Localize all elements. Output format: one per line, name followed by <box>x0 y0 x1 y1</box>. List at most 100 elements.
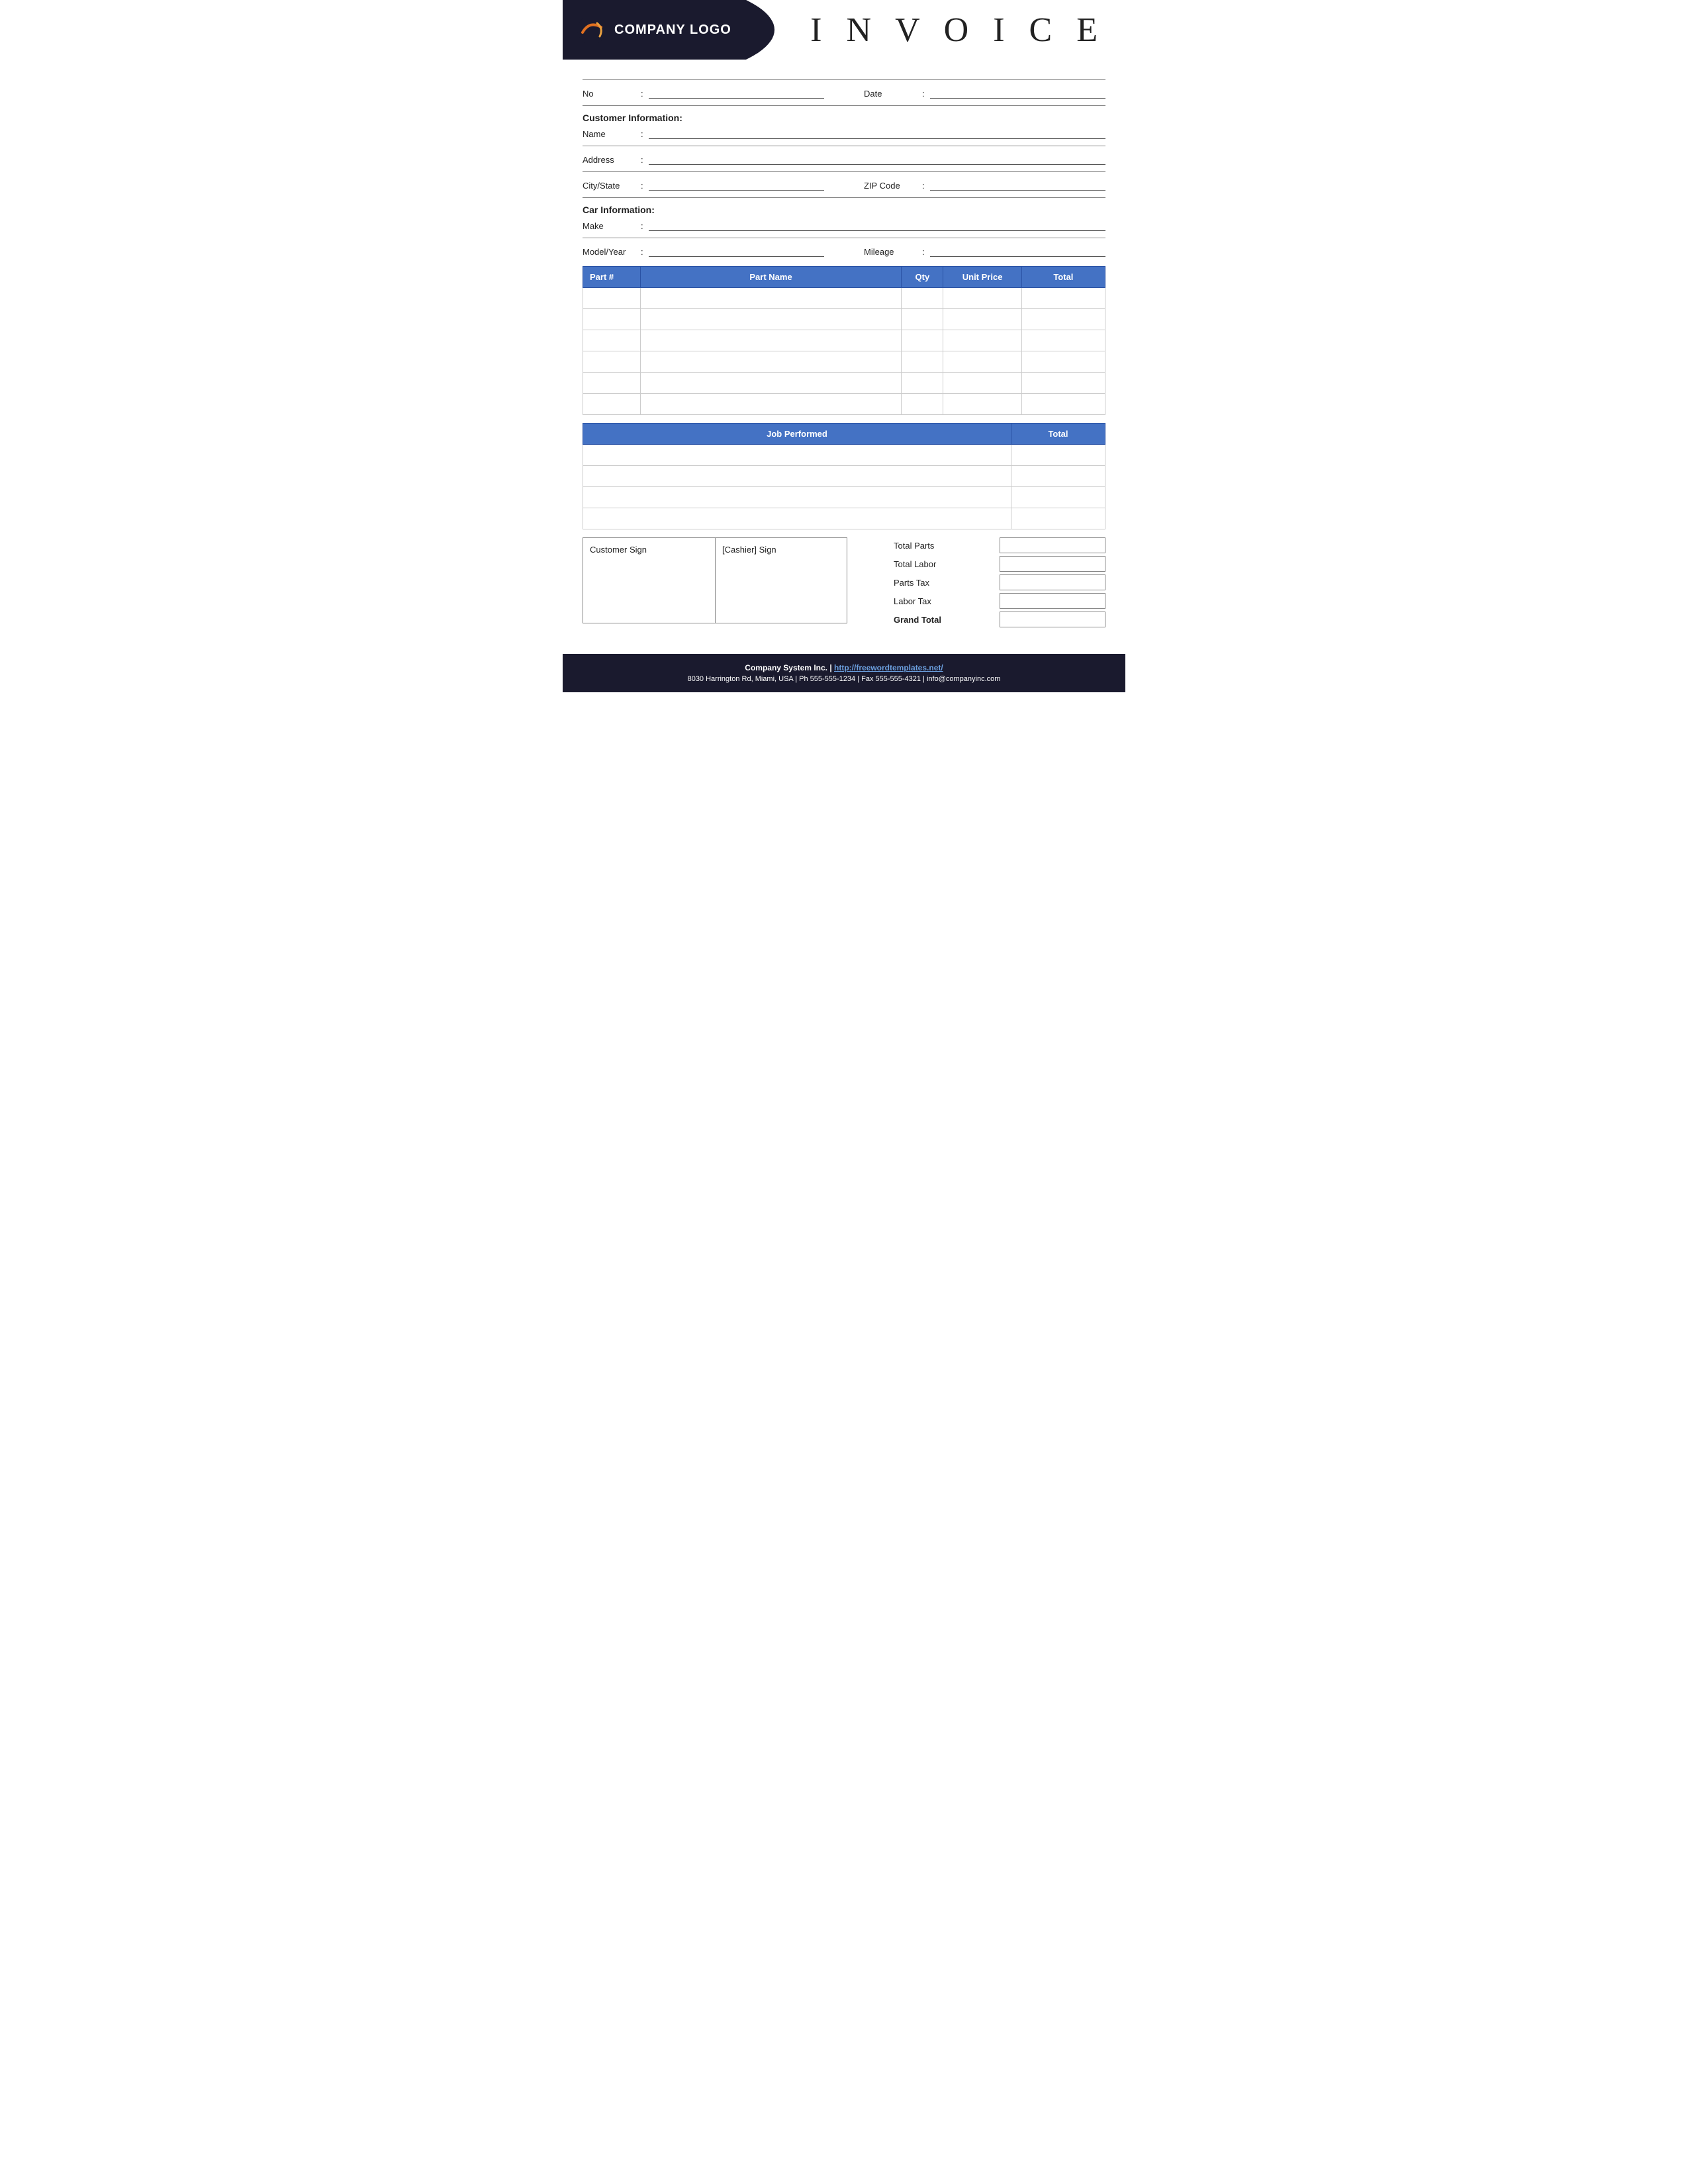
job-desc-cell[interactable] <box>583 487 1011 508</box>
parts-row-3 <box>583 351 1105 373</box>
city-state-group: City/State : <box>583 179 824 191</box>
address-group: Address : <box>583 153 1105 165</box>
make-row: Make : <box>583 219 1105 231</box>
footer-link[interactable]: http://freewordtemplates.net/ <box>834 663 943 672</box>
parts-table-header: Part # Part Name Qty Unit Price Total <box>583 267 1105 288</box>
col-header-total: Total <box>1021 267 1105 288</box>
part-name-cell[interactable] <box>640 373 902 394</box>
job-total-cell[interactable] <box>1011 487 1105 508</box>
name-group: Name : <box>583 127 1105 139</box>
job-table: Job Performed Total <box>583 423 1105 529</box>
part-name-cell[interactable] <box>640 330 902 351</box>
part-num-cell[interactable] <box>583 351 641 373</box>
job-total-cell[interactable] <box>1011 466 1105 487</box>
name-colon: : <box>641 129 643 139</box>
qty-cell[interactable] <box>902 309 943 330</box>
date-group: Date : <box>864 87 1105 99</box>
make-line <box>649 219 1105 231</box>
job-desc-cell[interactable] <box>583 445 1011 466</box>
total-cell[interactable] <box>1021 373 1105 394</box>
total-cell[interactable] <box>1021 351 1105 373</box>
city-state-label: City/State <box>583 181 635 191</box>
address-colon: : <box>641 155 643 165</box>
customer-info-title: Customer Information: <box>583 113 1105 123</box>
parts-table: Part # Part Name Qty Unit Price Total <box>583 266 1105 415</box>
qty-cell[interactable] <box>902 373 943 394</box>
total-cell[interactable] <box>1021 394 1105 415</box>
col-header-part-num: Part # <box>583 267 641 288</box>
part-name-cell[interactable] <box>640 309 902 330</box>
total-parts-input[interactable] <box>1000 537 1105 553</box>
part-name-cell[interactable] <box>640 288 902 309</box>
make-group: Make : <box>583 219 1105 231</box>
parts-tax-label: Parts Tax <box>894 578 960 588</box>
labor-tax-input[interactable] <box>1000 593 1105 609</box>
parts-row-1 <box>583 309 1105 330</box>
part-name-cell[interactable] <box>640 351 902 373</box>
invoice-title: I N V O I C E <box>810 11 1105 50</box>
total-cell[interactable] <box>1021 288 1105 309</box>
name-label: Name <box>583 129 635 139</box>
customer-sign-box[interactable]: Customer Sign <box>583 537 715 623</box>
divider-1 <box>583 105 1105 106</box>
mileage-label: Mileage <box>864 247 917 257</box>
unit-price-cell[interactable] <box>943 394 1021 415</box>
totals-area: Total Parts Total Labor Parts Tax Labor … <box>894 537 1105 627</box>
labor-tax-label: Labor Tax <box>894 596 960 606</box>
footer-line2: 8030 Harrington Rd, Miami, USA | Ph 555-… <box>569 675 1119 683</box>
no-colon: : <box>641 89 643 99</box>
model-year-group: Model/Year : <box>583 245 824 257</box>
job-table-header: Job Performed Total <box>583 424 1105 445</box>
job-total-cell[interactable] <box>1011 445 1105 466</box>
part-num-cell[interactable] <box>583 394 641 415</box>
col-header-job: Job Performed <box>583 424 1011 445</box>
parts-row-5 <box>583 394 1105 415</box>
logo-icon <box>576 14 608 46</box>
part-num-cell[interactable] <box>583 309 641 330</box>
address-label: Address <box>583 155 635 165</box>
unit-price-cell[interactable] <box>943 373 1021 394</box>
total-cell[interactable] <box>1021 309 1105 330</box>
customer-sign-label: Customer Sign <box>590 545 647 555</box>
city-state-colon: : <box>641 181 643 191</box>
col-header-job-total: Total <box>1011 424 1105 445</box>
divider-top <box>583 79 1105 80</box>
zip-colon: : <box>922 181 925 191</box>
logo-area: COMPANY LOGO <box>563 0 774 60</box>
name-row: Name : <box>583 127 1105 139</box>
divider-city <box>583 197 1105 198</box>
job-total-cell[interactable] <box>1011 508 1105 529</box>
name-line <box>649 127 1105 139</box>
model-year-colon: : <box>641 247 643 257</box>
parts-tax-input[interactable] <box>1000 574 1105 590</box>
footer: Company System Inc. | http://freewordtem… <box>563 654 1125 692</box>
part-num-cell[interactable] <box>583 330 641 351</box>
model-year-row: Model/Year : Mileage : <box>583 245 1105 257</box>
col-header-qty: Qty <box>902 267 943 288</box>
unit-price-cell[interactable] <box>943 330 1021 351</box>
job-desc-cell[interactable] <box>583 466 1011 487</box>
total-parts-row: Total Parts <box>894 537 1105 553</box>
qty-cell[interactable] <box>902 330 943 351</box>
job-desc-cell[interactable] <box>583 508 1011 529</box>
unit-price-cell[interactable] <box>943 351 1021 373</box>
footer-company: Company System Inc. | <box>745 663 834 672</box>
grand-total-input[interactable] <box>1000 612 1105 627</box>
total-cell[interactable] <box>1021 330 1105 351</box>
qty-cell[interactable] <box>902 288 943 309</box>
invoice-no-date-row: No : Date : <box>583 87 1105 99</box>
unit-price-cell[interactable] <box>943 309 1021 330</box>
col-header-unit-price: Unit Price <box>943 267 1021 288</box>
cashier-sign-box[interactable]: [Cashier] Sign <box>715 537 847 623</box>
unit-price-cell[interactable] <box>943 288 1021 309</box>
job-row-3 <box>583 508 1105 529</box>
qty-cell[interactable] <box>902 394 943 415</box>
total-labor-input[interactable] <box>1000 556 1105 572</box>
part-num-cell[interactable] <box>583 373 641 394</box>
city-state-row: City/State : ZIP Code : <box>583 179 1105 191</box>
qty-cell[interactable] <box>902 351 943 373</box>
part-num-cell[interactable] <box>583 288 641 309</box>
mileage-line <box>930 245 1105 257</box>
part-name-cell[interactable] <box>640 394 902 415</box>
parts-row-2 <box>583 330 1105 351</box>
